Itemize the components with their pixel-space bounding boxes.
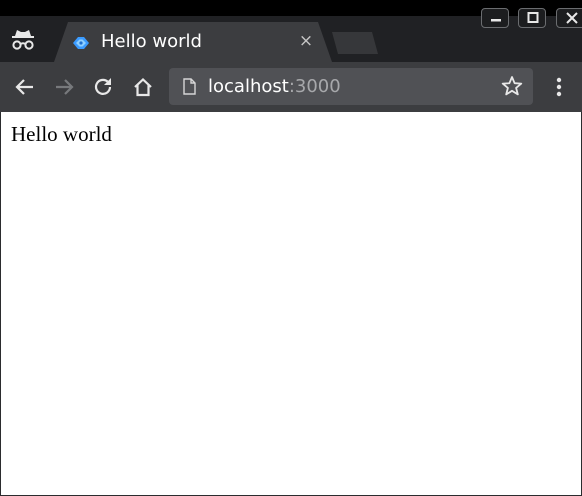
back-arrow-icon[interactable] [13,75,37,99]
address-url[interactable]: localhost:3000 [208,75,341,99]
tab-close-button[interactable]: × [297,32,315,50]
tab-active[interactable]: Hello world × [54,22,332,62]
tab-title: Hello world [101,31,202,52]
forward-arrow-icon[interactable] [52,75,76,99]
page-body-text: Hello world [11,122,112,146]
reload-icon[interactable] [91,75,115,99]
url-port: :3000 [288,76,341,97]
tab-strip: Hello world × [0,8,582,62]
toolbar: localhost:3000 [0,62,582,112]
page-info-icon[interactable] [182,78,196,95]
url-host: localhost [208,76,289,97]
address-bar[interactable]: localhost:3000 [169,68,533,105]
browser-window: Hello world × localhost:3000 Hello world [0,8,582,496]
favicon-icon [70,34,92,52]
home-icon[interactable] [131,75,155,99]
kebab-menu-icon[interactable] [549,75,569,99]
page-viewport: Hello world [1,112,581,495]
close-window-button[interactable] [556,8,582,28]
incognito-icon [9,27,37,53]
new-tab-button[interactable] [332,32,378,54]
star-icon[interactable] [501,75,523,97]
minimize-button[interactable] [481,8,509,28]
maximize-button[interactable] [518,8,546,28]
